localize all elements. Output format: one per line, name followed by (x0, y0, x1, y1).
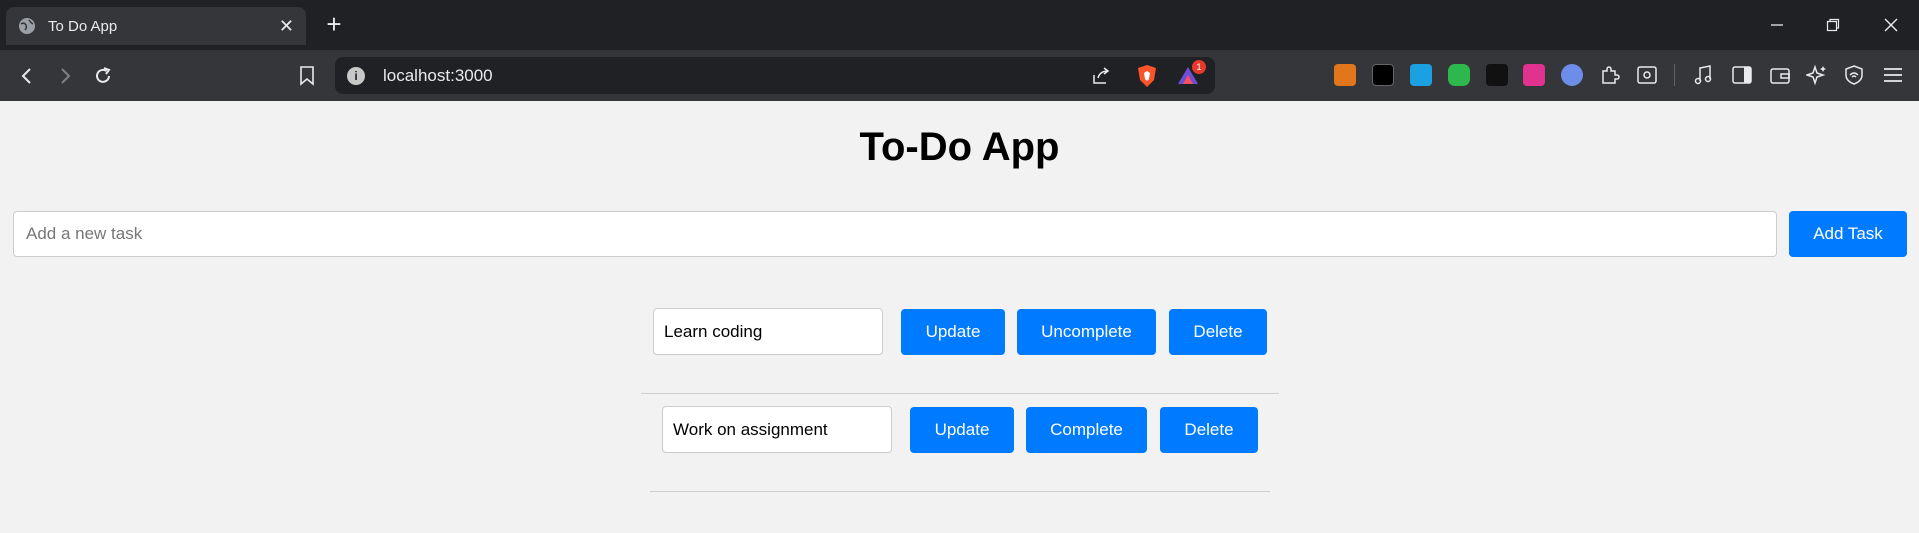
music-icon[interactable] (1692, 64, 1714, 86)
brave-shields-icon[interactable] (1136, 64, 1158, 88)
extension-icon-4[interactable] (1448, 64, 1470, 86)
minimize-icon (1771, 24, 1783, 26)
search-tab-icon[interactable] (1636, 64, 1658, 86)
close-tab-icon[interactable]: ✕ (279, 16, 294, 37)
tab-to-do-app[interactable]: To Do App ✕ (6, 7, 306, 45)
extension-icon-5[interactable] (1486, 64, 1508, 86)
task-divider (641, 393, 1279, 394)
extension-icon-3[interactable] (1410, 64, 1432, 86)
leo-ai-icon[interactable] (1806, 64, 1828, 86)
update-button[interactable]: Update (901, 309, 1005, 355)
extension-icon-2[interactable] (1372, 64, 1394, 86)
restore-button[interactable] (1818, 10, 1848, 40)
toolbar-divider (1674, 64, 1675, 86)
delete-button[interactable]: Delete (1160, 407, 1258, 453)
url-text: localhost:3000 (383, 66, 493, 85)
browser-toolbar: i localhost:3000 1 (0, 50, 1919, 101)
back-arrow-icon (21, 68, 31, 84)
minimize-button[interactable] (1762, 10, 1792, 40)
menu-icon[interactable] (1882, 64, 1904, 86)
close-icon (1884, 18, 1898, 32)
back-button[interactable] (13, 62, 41, 90)
tab-title: To Do App (48, 17, 118, 35)
address-bar[interactable]: i localhost:3000 1 (335, 57, 1215, 94)
site-info-icon[interactable]: i (347, 67, 365, 85)
sidebar-icon[interactable] (1731, 64, 1753, 86)
reload-icon (96, 67, 111, 83)
reload-button[interactable] (89, 62, 117, 90)
task-text-input[interactable] (662, 406, 892, 453)
update-button[interactable]: Update (910, 407, 1014, 453)
forward-button[interactable] (51, 62, 79, 90)
restore-icon (1826, 18, 1840, 32)
globe-icon (19, 18, 35, 34)
extension-icon-7[interactable] (1561, 64, 1583, 86)
forward-arrow-icon (61, 68, 71, 84)
delete-button[interactable]: Delete (1169, 309, 1267, 355)
uncomplete-button[interactable]: Uncomplete (1017, 309, 1156, 355)
notification-badge: 1 (1192, 60, 1206, 74)
wallet-icon[interactable] (1769, 64, 1791, 86)
tab-strip: To Do App ✕ + (0, 0, 1919, 50)
page-title: To-Do App (859, 125, 1060, 169)
vpn-shield-icon[interactable] (1843, 64, 1865, 86)
extensions-puzzle-icon[interactable] (1599, 64, 1621, 86)
new-tab-button[interactable]: + (320, 11, 348, 39)
close-window-button[interactable] (1876, 10, 1906, 40)
page-content: To-Do App Add Task Update Uncomplete Del… (0, 101, 1919, 533)
task-divider (650, 491, 1270, 492)
add-task-button[interactable]: Add Task (1789, 211, 1907, 257)
bookmark-button[interactable] (293, 62, 321, 90)
extension-icon-6[interactable] (1523, 64, 1545, 86)
complete-button[interactable]: Complete (1026, 407, 1147, 453)
bookmark-icon (300, 66, 314, 86)
metamask-extension-icon[interactable] (1334, 64, 1356, 86)
share-icon[interactable] (1091, 66, 1111, 86)
task-text-input[interactable] (653, 308, 883, 355)
new-task-input[interactable] (13, 211, 1777, 257)
